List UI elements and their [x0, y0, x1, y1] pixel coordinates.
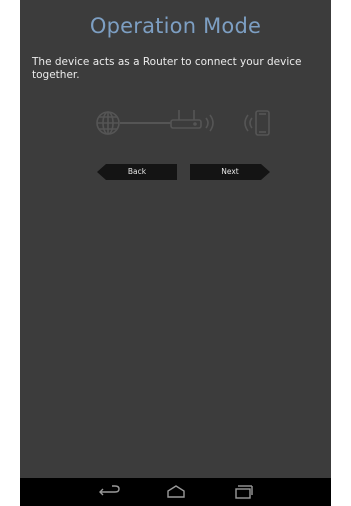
next-button[interactable]: Next: [190, 164, 270, 180]
router-icon: [170, 110, 202, 129]
globe-icon: [96, 111, 120, 135]
back-nav-icon[interactable]: [95, 482, 125, 502]
back-button[interactable]: Back: [97, 164, 177, 180]
app-screen: Operation Mode The device acts as a Rout…: [20, 0, 331, 506]
home-nav-icon[interactable]: [161, 482, 191, 502]
mobile-device-icon: [244, 110, 270, 136]
recent-apps-icon[interactable]: [228, 482, 258, 502]
wifi-signal-icon: [205, 114, 214, 132]
mode-description: The device acts as a Router to connect y…: [32, 56, 302, 81]
system-navigation-bar: [20, 478, 331, 506]
network-diagram: [20, 100, 331, 146]
page-title: Operation Mode: [89, 14, 262, 38]
